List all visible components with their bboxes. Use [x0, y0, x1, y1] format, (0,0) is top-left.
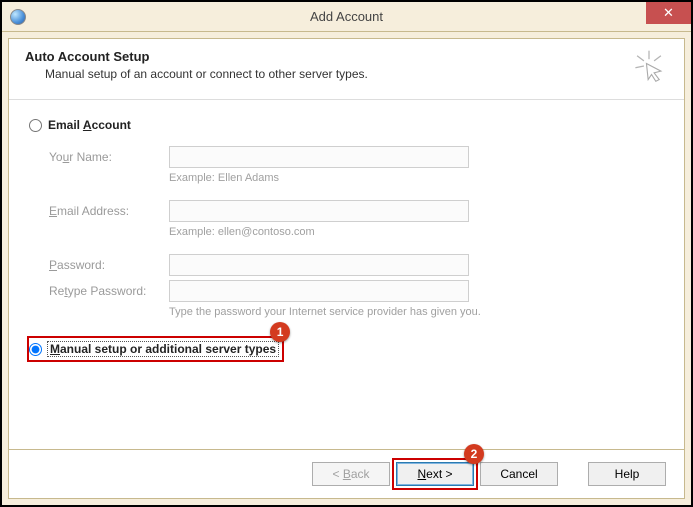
- annotation-callout-2: 2: [464, 444, 484, 464]
- header-subtitle: Manual setup of an account or connect to…: [45, 67, 668, 81]
- your-name-label: Your Name:: [49, 150, 169, 164]
- next-button[interactable]: Next >: [396, 462, 474, 486]
- wizard-footer: < Back Next > 2 Cancel Help: [9, 449, 684, 498]
- your-name-input[interactable]: [169, 146, 469, 168]
- radio-email-account-label[interactable]: Email Account: [48, 118, 131, 132]
- window-title: Add Account: [2, 9, 691, 24]
- radio-manual-setup-label[interactable]: Manual setup or additional server types: [48, 342, 278, 356]
- annotation-callout-1: 1: [270, 322, 290, 342]
- back-button[interactable]: < Back: [312, 462, 390, 486]
- password-input[interactable]: [169, 254, 469, 276]
- your-name-helper: Example: Ellen Adams: [169, 172, 279, 184]
- email-address-label: Email Address:: [49, 204, 169, 218]
- retype-password-input[interactable]: [169, 280, 469, 302]
- email-address-helper: Example: ellen@contoso.com: [169, 226, 315, 238]
- close-button[interactable]: ✕: [646, 2, 691, 24]
- radio-email-account-row: Email Account: [29, 118, 664, 132]
- close-icon: ✕: [663, 5, 674, 21]
- radio-email-account[interactable]: [29, 119, 42, 132]
- app-icon: [10, 9, 26, 25]
- cancel-button[interactable]: Cancel: [480, 462, 558, 486]
- retype-password-label: Retype Password:: [49, 284, 169, 298]
- title-bar: Add Account ✕: [2, 2, 691, 32]
- password-label: Password:: [49, 258, 169, 272]
- password-helper: Type the password your Internet service …: [169, 306, 481, 318]
- email-address-input[interactable]: [169, 200, 469, 222]
- header-title: Auto Account Setup: [25, 49, 668, 64]
- help-button[interactable]: Help: [588, 462, 666, 486]
- radio-manual-setup-row: Manual setup or additional server types …: [29, 342, 278, 356]
- radio-manual-setup[interactable]: [29, 343, 42, 356]
- wizard-header: Auto Account Setup Manual setup of an ac…: [9, 39, 684, 100]
- cursor-star-icon: [632, 49, 666, 83]
- email-account-fields: Your Name: Example: Ellen Adams Email Ad…: [49, 146, 664, 318]
